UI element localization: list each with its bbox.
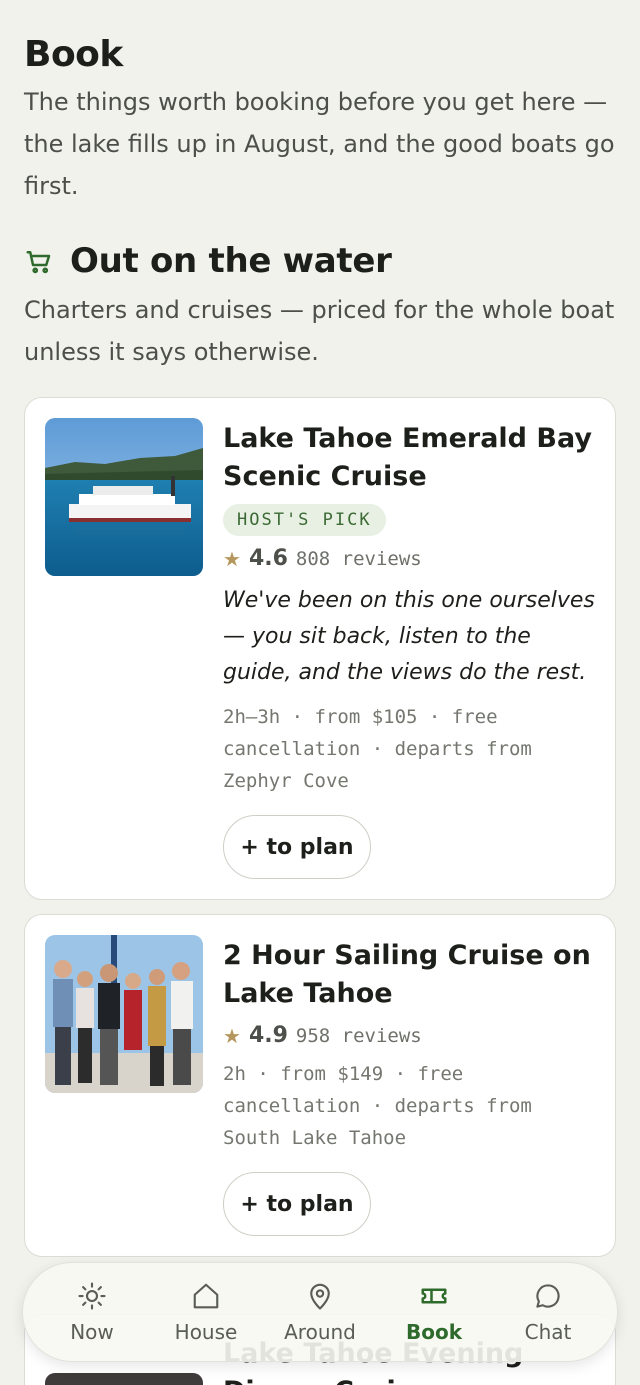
rating: ★ 4.6 808 reviews bbox=[223, 546, 595, 571]
nav-item-around[interactable]: Around bbox=[270, 1280, 370, 1344]
nav-label: Around bbox=[284, 1320, 356, 1344]
house-icon bbox=[190, 1280, 222, 1312]
nav-label: Book bbox=[405, 1320, 463, 1344]
rating: ★ 4.9 958 reviews bbox=[223, 1023, 595, 1048]
nav-label: Now bbox=[70, 1320, 114, 1344]
page-title: Book bbox=[24, 34, 123, 75]
star-icon: ★ bbox=[223, 1023, 241, 1048]
nav-item-house[interactable]: House bbox=[156, 1280, 256, 1344]
trip-details: 2h · from $149 · free cancellation · dep… bbox=[223, 1063, 532, 1149]
nav-item-book[interactable]: Book bbox=[384, 1280, 484, 1344]
card-title[interactable]: 2 Hour Sailing Cruise on Lake Tahoe bbox=[223, 937, 595, 1013]
nav-label: Chat bbox=[524, 1320, 572, 1344]
sailing-group-image bbox=[45, 935, 203, 1093]
nav-label: House bbox=[174, 1320, 238, 1344]
star-icon: ★ bbox=[223, 546, 241, 571]
card-body: 2 Hour Sailing Cruise on Lake Tahoe ★ 4.… bbox=[223, 935, 595, 1236]
booking-card: Lake Tahoe Emerald Bay Scenic Cruise HOS… bbox=[24, 397, 616, 900]
bottom-navigation: Now House Around Book Chat bbox=[22, 1262, 618, 1362]
cart-icon bbox=[24, 246, 54, 276]
rating-value: 4.9 bbox=[248, 1023, 288, 1048]
add-to-plan-button[interactable]: + to plan bbox=[223, 815, 371, 879]
section-header: Out on the water bbox=[24, 241, 616, 281]
card-body: Lake Tahoe Emerald Bay Scenic Cruise HOS… bbox=[223, 418, 595, 879]
ticket-icon bbox=[418, 1280, 450, 1312]
trip-details: 2h–3h · from $105 · free cancellation · … bbox=[223, 706, 532, 792]
map-pin-icon bbox=[304, 1280, 336, 1312]
section-subtitle: Charters and cruises — priced for the wh… bbox=[24, 296, 615, 366]
booking-card: 2 Hour Sailing Cruise on Lake Tahoe ★ 4.… bbox=[24, 914, 616, 1257]
nav-item-now[interactable]: Now bbox=[42, 1280, 142, 1344]
chat-bubble-icon bbox=[532, 1280, 564, 1312]
book-page: Book The things worth booking before you… bbox=[0, 0, 640, 1257]
hosts-pick-badge: HOST'S PICK bbox=[223, 504, 386, 536]
section-title: Out on the water bbox=[70, 241, 392, 281]
add-to-plan-button[interactable]: + to plan bbox=[223, 1172, 371, 1236]
cruise-boat-image bbox=[45, 418, 203, 576]
sun-icon bbox=[76, 1280, 108, 1312]
nav-item-chat[interactable]: Chat bbox=[498, 1280, 598, 1344]
review-count: 958 reviews bbox=[295, 1024, 422, 1047]
page-intro: The things worth booking before you get … bbox=[24, 88, 615, 200]
host-quote: We've been on this one ourselves — you s… bbox=[223, 588, 595, 685]
dinner-cruise-image bbox=[45, 1373, 203, 1385]
review-count: 808 reviews bbox=[295, 547, 422, 570]
card-title[interactable]: Lake Tahoe Emerald Bay Scenic Cruise bbox=[223, 420, 595, 496]
rating-value: 4.6 bbox=[248, 546, 288, 571]
